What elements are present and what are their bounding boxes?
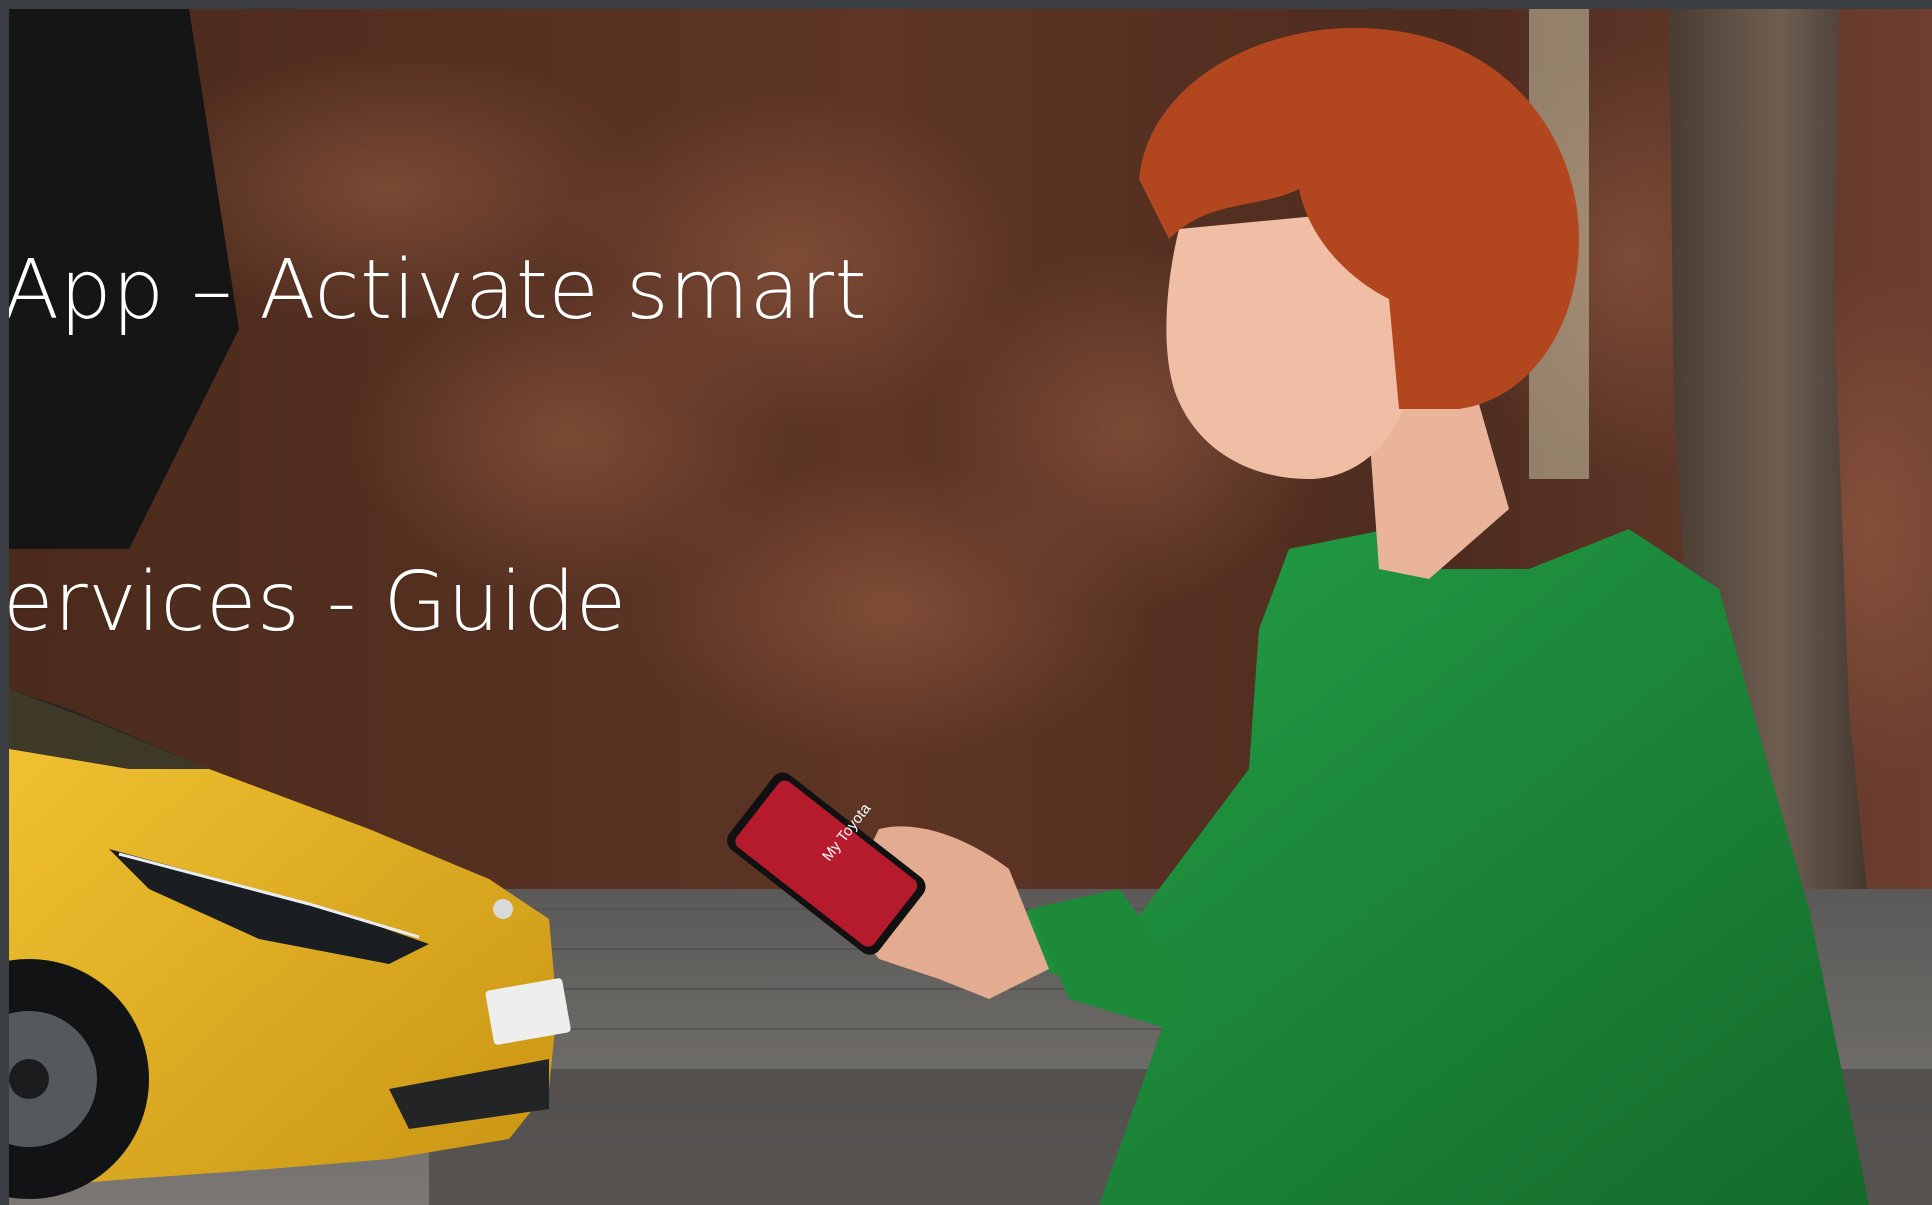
title-line-1: App – Activate smart: [9, 243, 868, 338]
page-title: App – Activate smart ervices - Guide: [9, 31, 867, 863]
title-line-2: ervices - Guide: [9, 555, 627, 650]
app-frame: My Toyota App – Activate smart ervices -…: [0, 0, 1932, 1205]
hero-image: My Toyota App – Activate smart ervices -…: [9, 9, 1932, 1205]
